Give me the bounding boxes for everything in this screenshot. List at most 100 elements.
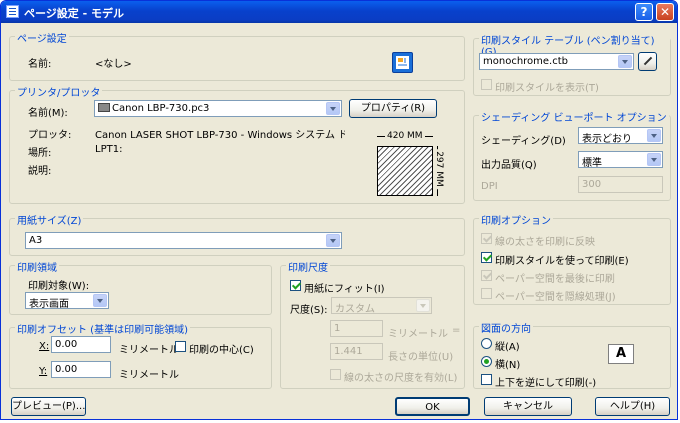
dpi-label: DPI <box>481 181 498 192</box>
portrait-radio[interactable] <box>481 338 492 349</box>
pencil-icon <box>643 56 652 66</box>
offset-y-value: 0.00 <box>55 364 78 375</box>
chevron-down-icon <box>647 129 661 142</box>
plot-target-value: 表示画面 <box>29 299 69 309</box>
paperspace-last-label: ペーパー空間を最後に印刷 <box>495 274 615 285</box>
offset-x-input[interactable]: 0.00 <box>51 336 111 353</box>
shade-plot-label: シェーディング(D) <box>481 136 566 147</box>
shade-plot-select[interactable]: 表示どおり <box>578 127 663 144</box>
location-label: 場所: <box>28 148 52 159</box>
scale-label: 尺度(S): <box>290 305 328 316</box>
center-plot-label: 印刷の中心(C) <box>189 345 254 356</box>
chevron-down-icon <box>416 299 430 312</box>
paper-size-value: A3 <box>29 235 43 246</box>
offset-x-value: 0.00 <box>55 339 78 350</box>
offset-x-label: X: <box>39 341 50 352</box>
printer-icon <box>98 103 110 112</box>
title-bar: ページ設定 - モデル ? ✕ <box>1 1 677 23</box>
orientation-title: 図面の方向 <box>479 320 533 335</box>
chevron-down-icon <box>618 55 632 68</box>
cancel-button[interactable]: キャンセル <box>484 397 572 416</box>
printer-group-title: プリンタ/プロッタ <box>15 84 103 99</box>
plot-area-title: 印刷領域 <box>15 259 59 274</box>
show-plot-styles-label: 印刷スタイルを表示(T) <box>495 83 599 94</box>
help-icon[interactable]: ? <box>635 3 653 21</box>
scale-unit2: 長さの単位(U) <box>388 352 454 363</box>
scale-unit1: ミリメートル <box>388 329 448 340</box>
portrait-label: 縦(A) <box>495 342 520 353</box>
ok-button[interactable]: OK <box>395 397 470 416</box>
scale-lineweights-label: 線の太さの尺度を有効(L) <box>344 373 458 384</box>
page-setup-name-value: <なし> <box>95 59 132 70</box>
close-icon[interactable]: ✕ <box>656 3 674 21</box>
plotter-value: Canon LASER SHOT LBP-730 - Windows システム … <box>95 130 345 141</box>
fit-to-paper-label: 用紙にフィット(I) <box>304 284 385 295</box>
paperspace-last-checkbox[interactable] <box>481 270 492 281</box>
plot-offset-title: 印刷オフセット (基準は印刷可能領域) <box>15 321 190 336</box>
chevron-down-icon <box>647 153 661 166</box>
plot-style-value: monochrome.ctb <box>483 56 568 67</box>
scale-value1: 1 <box>334 323 341 334</box>
paper-size-select[interactable]: A3 <box>25 232 342 249</box>
show-plot-styles-checkbox[interactable] <box>481 79 492 90</box>
chevron-down-icon <box>326 234 340 247</box>
upside-down-label: 上下を逆にして印刷(-) <box>495 378 597 389</box>
upside-down-checkbox[interactable] <box>481 374 492 385</box>
chevron-down-icon <box>326 102 340 115</box>
dpi-value: 300 <box>582 179 602 190</box>
landscape-radio[interactable] <box>481 356 492 367</box>
plot-scale-title: 印刷尺度 <box>286 259 330 274</box>
plot-with-styles-checkbox[interactable] <box>481 252 492 263</box>
hide-paperspace-checkbox[interactable] <box>481 288 492 299</box>
plot-options-title: 印刷オプション <box>479 212 553 227</box>
printer-name-label: 名前(M): <box>28 108 68 119</box>
scale-value2-input[interactable]: 1.441 <box>330 343 383 360</box>
offset-y-unit: ミリメートル <box>119 370 179 381</box>
properties-button[interactable]: プロパティ(R) <box>349 99 437 118</box>
window-title: ページ設定 - モデル <box>24 7 125 20</box>
scale-lineweights-checkbox[interactable] <box>330 369 341 380</box>
printer-name-select[interactable]: Canon LBP-730.pc3 <box>94 100 342 117</box>
preview-button[interactable]: プレビュー(P)... <box>11 397 86 416</box>
plot-lineweights-checkbox[interactable] <box>481 233 492 244</box>
paper-preview <box>377 146 433 196</box>
plot-target-select[interactable]: 表示画面 <box>25 292 109 309</box>
fit-to-paper-checkbox[interactable] <box>290 280 301 291</box>
plotter-label: プロッタ: <box>28 130 72 141</box>
paper-width-label: 420 MM <box>385 131 425 141</box>
plot-target-label: 印刷対象(W): <box>28 281 90 292</box>
scale-value: カスタム <box>335 304 375 314</box>
scale-equals: = <box>452 325 461 336</box>
quality-label: 出力品質(Q) <box>481 160 537 171</box>
hide-paperspace-label: ペーパー空間を隠線処理(J) <box>495 292 616 303</box>
quality-select[interactable]: 標準 <box>578 151 663 168</box>
plot-style-select[interactable]: monochrome.ctb <box>479 53 634 70</box>
offset-x-unit: ミリメートル <box>119 345 179 356</box>
dpi-input[interactable]: 300 <box>578 176 663 193</box>
printer-name-value: Canon LBP-730.pc3 <box>112 103 210 114</box>
location-value: LPT1: <box>95 144 123 155</box>
scale-value1-input[interactable]: 1 <box>330 320 383 337</box>
help-button[interactable]: ヘルプ(H) <box>595 397 670 416</box>
plot-with-styles-label: 印刷スタイルを使って印刷(E) <box>495 256 629 267</box>
chevron-down-icon <box>93 294 107 307</box>
plot-lineweights-label: 線の太さを印刷に反映 <box>495 237 595 248</box>
shade-plot-value: 表示どおり <box>582 134 632 144</box>
page-setup-title: ページ設定 <box>15 30 69 45</box>
quality-value: 標準 <box>582 158 602 168</box>
scale-select[interactable]: カスタム <box>331 297 432 314</box>
landscape-label: 横(N) <box>495 360 521 371</box>
edit-plot-style-button[interactable] <box>638 52 657 71</box>
offset-y-input[interactable]: 0.00 <box>51 361 111 378</box>
paper-height-label: 297 MM <box>433 149 444 189</box>
paper-size-title: 用紙サイズ(Z) <box>15 212 84 227</box>
orientation-preview-icon: A <box>608 344 634 364</box>
description-label: 説明: <box>28 166 52 177</box>
page-setup-dialog: ページ設定 - モデル ? ✕ ページ設定 名前: <なし> プリンタ/プロッタ… <box>0 0 678 420</box>
shaded-viewport-title: シェーディング ビューポート オプション <box>479 109 669 124</box>
center-plot-checkbox[interactable] <box>175 341 186 352</box>
scale-value2: 1.441 <box>334 346 363 357</box>
page-setup-name-label: 名前: <box>28 59 52 70</box>
page-setup-icon <box>392 52 413 73</box>
offset-y-label: Y: <box>39 366 48 377</box>
